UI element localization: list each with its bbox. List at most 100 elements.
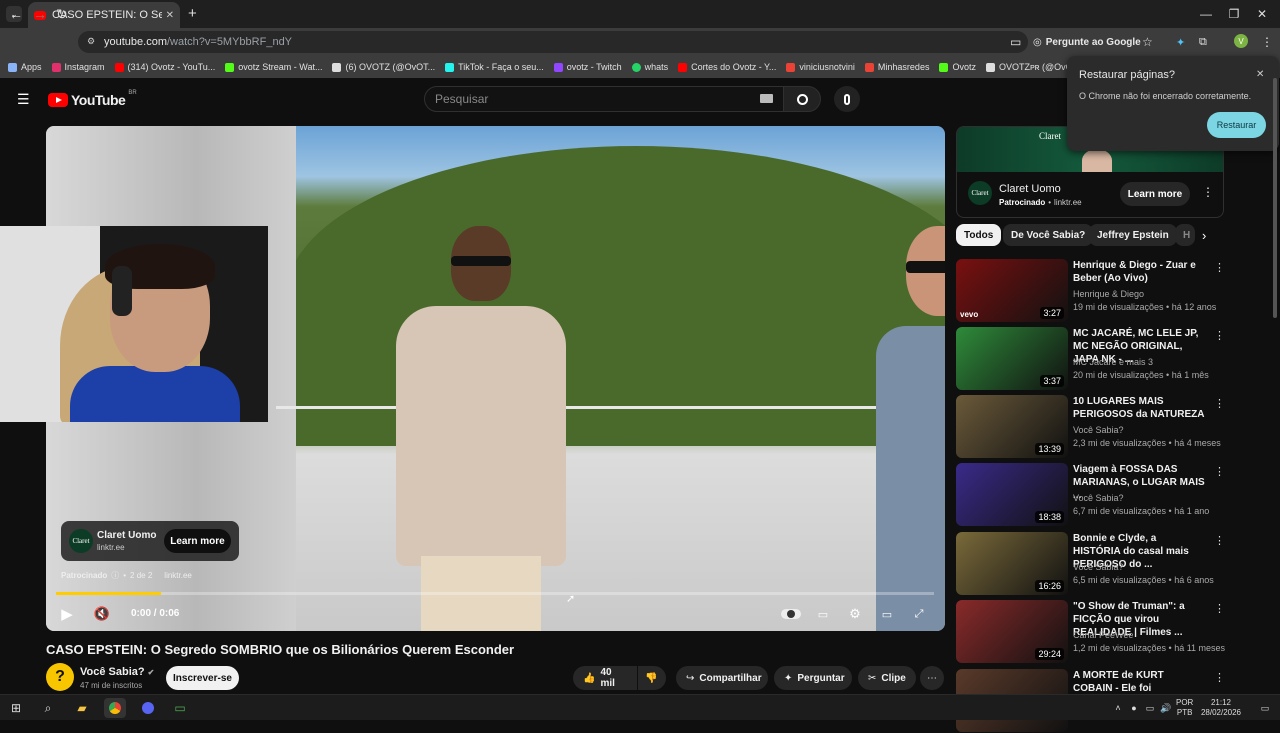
bookmark-item[interactable]: (6) OVOTZ (@OvOT...	[332, 62, 435, 72]
page-scrollbar[interactable]	[1272, 78, 1278, 694]
new-tab-button[interactable]: +	[188, 5, 197, 22]
recommendation-menu-icon[interactable]: ⋮	[1214, 465, 1225, 478]
ad-info-icon[interactable]: ⓘ	[111, 570, 119, 581]
share-button[interactable]: ↪ Compartilhar	[676, 666, 768, 690]
hamburger-menu-icon[interactable]: ☰	[17, 92, 31, 106]
recommendation-menu-icon[interactable]: ⋮	[1214, 602, 1225, 615]
extensions-puzzle-icon[interactable]: ⧉	[1199, 32, 1207, 52]
recommendation-item[interactable]: 13:39 10 LUGARES MAIS PERIGOSOS da NATURE…	[956, 395, 1226, 459]
keyboard-icon[interactable]	[760, 94, 773, 103]
recommendation-channel[interactable]: Henrique & Diego	[1073, 289, 1144, 299]
recommendation-thumbnail[interactable]: 3:37	[956, 327, 1068, 390]
extension-icon[interactable]: ✦	[1176, 32, 1185, 52]
back-arrow-icon[interactable]: ←	[9, 6, 23, 22]
settings-gear-icon[interactable]: ⚙	[845, 604, 865, 624]
recommendation-menu-icon[interactable]: ⋮	[1214, 397, 1225, 410]
recommendation-item[interactable]: 3:37 MC JACARÉ, MC LELE JP, MC NEGÃO ORIG…	[956, 327, 1226, 391]
bookmark-star-icon[interactable]: ☆	[1142, 32, 1153, 52]
recommendation-thumbnail[interactable]: vevo 3:27	[956, 259, 1068, 322]
chrome-taskbar-icon[interactable]	[104, 698, 126, 718]
close-window-button[interactable]: ✕	[1244, 0, 1280, 28]
voice-search-button[interactable]	[834, 86, 860, 112]
theater-mode-icon[interactable]: ▭	[877, 604, 897, 624]
ask-button[interactable]: ✦ Perguntar	[774, 666, 852, 690]
search-button[interactable]	[783, 86, 821, 112]
recommendation-menu-icon[interactable]: ⋮	[1214, 329, 1225, 342]
dislike-button[interactable]: 👎	[638, 666, 666, 690]
ad-card-learn-more-button[interactable]: Learn more	[1120, 182, 1190, 206]
tab-close-icon[interactable]: ✕	[166, 10, 174, 21]
chip-jeffrey-epstein[interactable]: Jeffrey Epstein	[1089, 224, 1177, 246]
bookmark-item[interactable]: Cortes do Ovotz - Y...	[678, 62, 776, 72]
chip-all[interactable]: Todos	[956, 224, 1002, 246]
recommendation-channel[interactable]: Você Sabia?	[1073, 493, 1124, 503]
file-explorer-icon[interactable]: ▰	[71, 698, 93, 718]
windows-start-icon[interactable]: ⊞	[5, 698, 27, 718]
play-icon[interactable]: ▶	[57, 604, 77, 624]
recommendation-thumbnail[interactable]: 18:38	[956, 463, 1068, 526]
chips-next-arrow-icon[interactable]: ›	[1202, 228, 1206, 243]
recommendation-thumbnail[interactable]: 29:24	[956, 600, 1068, 663]
recommendation-channel[interactable]: MC Jacaré e mais 3	[1073, 357, 1153, 367]
bookmark-item[interactable]: Apps	[8, 62, 42, 72]
bookmark-item[interactable]: whats	[631, 62, 668, 72]
site-info-icon[interactable]: ⚙	[87, 36, 95, 47]
bookmark-item[interactable]: ovotz - Twitch	[553, 62, 622, 72]
discord-taskbar-icon[interactable]	[137, 698, 159, 718]
taskbar-clock[interactable]: 21:12 28/02/2026	[1200, 698, 1242, 718]
recommendation-channel[interactable]: Você Sabia?	[1073, 562, 1124, 572]
channel-avatar[interactable]: ?	[46, 663, 74, 691]
learn-more-button[interactable]: Learn more	[164, 529, 231, 553]
youtube-logo[interactable]: YouTube BR	[48, 90, 137, 108]
recommendation-channel[interactable]: Canal PeeWee	[1073, 630, 1133, 640]
bookmark-item[interactable]: (314) Ovotz - YouTu...	[114, 62, 215, 72]
taskbar-search-icon[interactable]: ⌕	[37, 698, 59, 718]
bookmark-item[interactable]: ovotz Stream - Wat...	[225, 62, 322, 72]
recommendation-menu-icon[interactable]: ⋮	[1214, 534, 1225, 547]
notification-icon[interactable]: ▭	[1254, 698, 1276, 718]
recommendation-channel[interactable]: Você Sabia?	[1073, 425, 1124, 435]
reload-icon[interactable]: ↻	[56, 6, 68, 23]
progress-bar[interactable]	[56, 592, 934, 595]
recommendation-item[interactable]: 29:24 "O Show de Truman": a FICÇÃO que vi…	[956, 600, 1226, 664]
recommendation-item[interactable]: 18:38 Viagem à FOSSA DAS MARIANAS, o LUGA…	[956, 463, 1226, 527]
ad-card-menu-icon[interactable]: ⋮	[1202, 185, 1214, 199]
address-bar[interactable]: ⚙ youtube.com/watch?v=5MYbbRF_ndY	[78, 31, 1028, 53]
ad-domain[interactable]: linktr.ee	[164, 571, 192, 580]
muted-volume-icon[interactable]: 🔇	[92, 604, 112, 624]
ask-google-button[interactable]: ◎ Pergunte ao Google	[1033, 32, 1141, 52]
chip-more[interactable]: H	[1175, 224, 1195, 246]
chrome-menu-icon[interactable]: ⋮	[1261, 32, 1273, 52]
subscribe-button[interactable]: Inscrever-se	[166, 666, 239, 690]
restore-button[interactable]: Restaurar	[1207, 112, 1266, 138]
autoplay-toggle-icon[interactable]	[780, 604, 802, 624]
bookmark-item[interactable]: Ovotz	[939, 62, 976, 72]
chip-from-channel[interactable]: De Você Sabia?	[1003, 224, 1094, 246]
recommendation-item[interactable]: vevo 3:27 Henrique & Diego - Zuar e Beber …	[956, 259, 1226, 323]
fullscreen-icon[interactable]: ⤢	[909, 604, 929, 624]
recommendation-title[interactable]: Henrique & Diego - Zuar e Beber (Ao Vivo…	[1073, 259, 1205, 285]
browser-tab-active[interactable]: CASO EPSTEIN: O Segredo SOM ✕	[28, 2, 180, 28]
bookmark-item[interactable]: viniciusnotvini	[786, 62, 855, 72]
tray-volume-icon[interactable]: 🔊	[1155, 698, 1177, 718]
popup-close-icon[interactable]: ✕	[1256, 69, 1264, 80]
player-sponsor-card[interactable]: Claret Claret Uomo linktr.ee Learn more	[61, 521, 239, 561]
bookmark-item[interactable]: TikTok - Faça o seu...	[445, 62, 544, 72]
clip-button[interactable]: ✂ Clipe	[858, 666, 916, 690]
app-taskbar-icon[interactable]: ▭	[169, 698, 191, 718]
bookmark-item[interactable]: Instagram	[51, 62, 105, 72]
bookmark-item[interactable]: Minhasredes	[864, 62, 929, 72]
recommendation-menu-icon[interactable]: ⋮	[1214, 671, 1225, 684]
like-button[interactable]: 👍 40 mil	[573, 666, 637, 690]
recommendation-menu-icon[interactable]: ⋮	[1214, 261, 1225, 274]
cast-icon[interactable]: ▭	[1010, 32, 1021, 52]
forward-arrow-icon[interactable]: →	[33, 6, 47, 22]
more-actions-button[interactable]: ⋯	[920, 666, 944, 690]
search-input[interactable]: Pesquisar	[424, 86, 784, 112]
recommendation-thumbnail[interactable]: 16:26	[956, 532, 1068, 595]
recommendation-title[interactable]: 10 LUGARES MAIS PERIGOSOS da NATUREZA	[1073, 395, 1205, 421]
recommendation-item[interactable]: 16:26 Bonnie e Clyde, a HISTÓRIA do casal…	[956, 532, 1226, 596]
keyboard-language[interactable]: POR PTB	[1176, 698, 1193, 718]
profile-avatar[interactable]: V	[1234, 34, 1248, 48]
recommendation-thumbnail[interactable]: 13:39	[956, 395, 1068, 458]
